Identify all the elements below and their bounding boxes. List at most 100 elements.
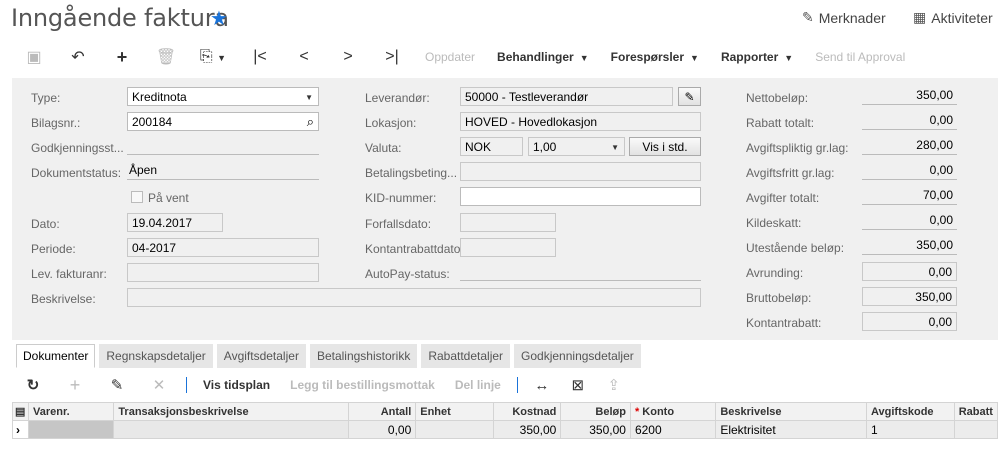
separator	[516, 377, 518, 393]
payment-terms-field[interactable]	[460, 162, 701, 181]
total-label: Avgifter totalt:	[746, 191, 820, 205]
due-date-label: Forfallsdato:	[365, 217, 432, 231]
cash-discount-date-field[interactable]	[460, 238, 556, 257]
currency-rate-select[interactable]: 1,00 ▼	[528, 137, 625, 156]
cell-tax-code[interactable]: 1	[865, 420, 955, 439]
tab-rabattdetaljer[interactable]: Rabattdetaljer	[421, 344, 511, 368]
view-schedule-button[interactable]: Vis tidsplan	[193, 378, 280, 392]
chevron-down-icon: ▼	[690, 53, 699, 63]
next-record-icon[interactable]: >	[326, 48, 370, 66]
star-icon[interactable]: ★	[210, 6, 228, 31]
type-select[interactable]: Kreditnota ▼	[127, 87, 319, 106]
column-header[interactable]: Rabatt	[953, 402, 998, 421]
period-field[interactable]: 04-2017	[127, 238, 319, 257]
chevron-down-icon: ▼	[611, 143, 619, 152]
kid-field[interactable]	[460, 187, 701, 206]
column-header[interactable]: Kostnad	[492, 402, 562, 421]
notes-link[interactable]: ✎ Merknader	[802, 9, 886, 26]
cell-description[interactable]: Elektrisitet	[715, 420, 867, 439]
row-selector-header[interactable]: ▤	[12, 402, 29, 421]
due-date-field[interactable]	[460, 213, 556, 232]
copy-paste-icon[interactable]: ⎘ ▼	[188, 48, 238, 66]
add-icon[interactable]: +	[100, 47, 144, 68]
table-row[interactable]: › 0,00 350,00 350,00 6200 Elektrisitet 1	[12, 420, 998, 439]
main-toolbar: ▣ ↶ + 🗑 ⎘ ▼ |< < > >| Oppdater Behandlin…	[12, 41, 998, 73]
column-header-label: Avgiftskode	[870, 405, 934, 418]
last-record-icon[interactable]: >|	[370, 48, 414, 66]
page-title: Inngående faktura	[11, 4, 229, 32]
upload-icon[interactable]: ⇪	[596, 376, 632, 394]
previous-record-icon[interactable]: <	[282, 48, 326, 66]
add-receipt-button[interactable]: Legg til bestillingsmottak	[280, 378, 445, 392]
total-label: Avgiftsfritt gr.lag:	[746, 166, 835, 180]
vendor-invoice-field[interactable]	[127, 263, 319, 282]
activities-link[interactable]: ▦ Aktiviteter	[913, 9, 993, 26]
total-value[interactable]: 350,00	[862, 287, 957, 306]
edit-icon[interactable]: ✎	[96, 376, 138, 394]
payment-terms-label: Betalingsbeting...	[365, 166, 458, 180]
tab-godkjenningsdetaljer[interactable]: Godkjenningsdetaljer	[514, 344, 641, 368]
column-header-label: Antall	[380, 405, 412, 418]
cell-amount[interactable]: 350,00	[560, 420, 631, 439]
doc-no-field[interactable]: 200184 ⌕	[127, 112, 319, 131]
delete-row-icon[interactable]: ✕	[138, 376, 180, 394]
save-icon[interactable]: ▣	[12, 47, 56, 67]
column-header-label: Beskrivelse	[720, 405, 782, 418]
fit-columns-icon[interactable]: ↔	[524, 377, 560, 394]
column-header[interactable]: Beskrivelse	[715, 402, 867, 421]
cell-trans-desc[interactable]	[113, 420, 349, 439]
tab-betalingshistorikk[interactable]: Betalingshistorikk	[309, 344, 418, 368]
view-base-button[interactable]: Vis i std.	[629, 137, 701, 156]
reports-label: Rapporter	[720, 50, 779, 64]
cell-qty[interactable]: 0,00	[347, 420, 417, 439]
date-label: Dato:	[31, 217, 60, 231]
chevron-down-icon: ▼	[579, 53, 589, 63]
search-icon[interactable]: ⌕	[307, 114, 314, 130]
send-approval-button[interactable]: Send til Approval	[804, 50, 916, 64]
reports-menu[interactable]: Rapporter ▼	[710, 50, 804, 64]
total-value[interactable]: 0,00	[862, 262, 957, 281]
tab-avgiftsdetaljer[interactable]: Avgiftsdetaljer	[216, 344, 306, 368]
excel-export-icon[interactable]: ⊠	[560, 376, 596, 394]
refresh-icon[interactable]: ↻	[12, 376, 54, 394]
transactions-grid: ▤ Varenr. Transaksjonsbeskrivelse Antall En…	[12, 402, 998, 439]
delete-icon[interactable]: 🗑	[144, 47, 188, 67]
delete-line-button[interactable]: Del linje	[445, 378, 511, 392]
inquiries-menu[interactable]: Forespørsler ▼	[600, 50, 710, 64]
update-button[interactable]: Oppdater	[414, 50, 486, 64]
column-header[interactable]: * Konto	[629, 402, 717, 421]
column-header[interactable]: Antall	[347, 402, 417, 421]
on-hold-checkbox[interactable]	[131, 191, 143, 203]
cell-item[interactable]	[27, 420, 115, 439]
cash-discount-date-label: Kontantrabattdato:	[365, 242, 464, 256]
edit-vendor-button[interactable]: ✎	[678, 87, 701, 106]
description-field[interactable]	[127, 288, 701, 307]
total-label: Nettobeløp:	[746, 91, 809, 105]
add-row-icon[interactable]: +	[54, 375, 96, 396]
cell-account[interactable]: 6200	[629, 420, 717, 439]
cell-unit[interactable]	[415, 420, 494, 439]
doc-no-label: Bilagsnr.:	[31, 116, 81, 130]
date-field[interactable]: 19.04.2017	[127, 213, 223, 232]
row-pointer-icon[interactable]: ›	[12, 420, 29, 439]
actions-menu[interactable]: Behandlinger ▼	[486, 50, 600, 64]
currency-field[interactable]: NOK	[460, 137, 523, 156]
vendor-field[interactable]: 50000 - Testleverandør	[460, 87, 673, 106]
tab-regnskapsdetaljer[interactable]: Regnskapsdetaljer	[99, 344, 213, 368]
tab-dokumenter[interactable]: Dokumenter	[16, 344, 96, 368]
cell-discount[interactable]	[953, 420, 998, 439]
location-field[interactable]: HOVED - Hovedlokasjon	[460, 112, 701, 131]
total-value[interactable]: 0,00	[862, 312, 957, 331]
first-record-icon[interactable]: |<	[238, 48, 282, 66]
cell-cost[interactable]: 350,00	[492, 420, 562, 439]
description-label: Beskrivelse:	[31, 292, 96, 306]
vendor-label: Leverandør:	[365, 91, 430, 105]
grid-toolbar: ↻ + ✎ ✕ Vis tidsplan Legg til bestilling…	[12, 372, 632, 398]
undo-icon[interactable]: ↶	[56, 47, 100, 67]
column-header[interactable]: Enhet	[415, 402, 494, 421]
column-header[interactable]: Transaksjonsbeskrivelse	[113, 402, 349, 421]
column-header[interactable]: Varenr.	[27, 402, 115, 421]
column-header[interactable]: Avgiftskode	[865, 402, 955, 421]
total-label: Kontantrabatt:	[746, 316, 822, 330]
column-header[interactable]: Beløp	[560, 402, 631, 421]
